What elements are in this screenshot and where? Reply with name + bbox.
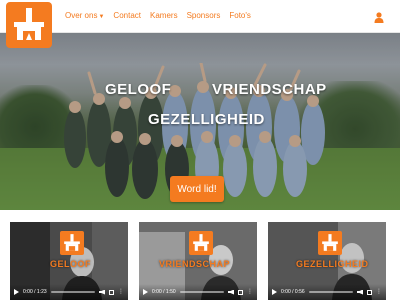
volume-icon[interactable] — [357, 289, 363, 295]
volume-icon[interactable] — [228, 289, 234, 295]
volume-icon[interactable] — [99, 289, 105, 295]
user-icon[interactable] — [374, 10, 384, 23]
hero-word-gezelligheid: GEZELLIGHEID — [148, 111, 265, 128]
progress-bar[interactable] — [50, 291, 95, 293]
video-time: 0:00 / 0:56 — [281, 289, 305, 295]
join-button[interactable]: Word lid! — [170, 176, 224, 202]
play-icon[interactable] — [14, 289, 19, 295]
fullscreen-icon[interactable] — [367, 289, 372, 295]
fireplace-logo-icon[interactable] — [6, 2, 52, 48]
chevron-down-icon: ▼ — [98, 14, 105, 20]
video-title: VRIENDSCHAP — [159, 259, 231, 269]
hero-word-geloof: GELOOF — [105, 81, 172, 98]
play-icon[interactable] — [143, 289, 148, 295]
nav-item-kamers[interactable]: Kamers — [150, 11, 178, 20]
hero-word-vriendschap: VRIENDSCHAP — [212, 81, 327, 98]
nav-item-fotos[interactable]: Foto's — [229, 11, 251, 20]
video-controls: 0:00 / 0:56 ⋮ — [268, 284, 386, 300]
main-nav: Over ons▼ Contact Kamers Sponsors Foto's — [65, 11, 251, 20]
video-title: GEZELLIGHEID — [296, 259, 369, 269]
video-section: GELOOF 0:00 / 1:23 ⋮ VRIENDSCHAP 0:00 / … — [0, 210, 400, 300]
fireplace-logo-icon — [189, 231, 213, 255]
more-options-icon[interactable]: ⋮ — [118, 289, 124, 295]
fireplace-logo-icon — [318, 231, 342, 255]
video-player-geloof[interactable]: GELOOF 0:00 / 1:23 ⋮ — [10, 222, 128, 300]
video-title: GELOOF — [50, 259, 91, 269]
hero-banner: GELOOF VRIENDSCHAP GEZELLIGHEID Word lid… — [0, 33, 400, 210]
video-player-vriendschap[interactable]: VRIENDSCHAP 0:00 / 1:50 ⋮ — [139, 222, 257, 300]
video-time: 0:00 / 1:23 — [23, 289, 47, 295]
video-player-gezelligheid[interactable]: GEZELLIGHEID 0:00 / 0:56 ⋮ — [268, 222, 386, 300]
fireplace-logo-icon — [60, 231, 84, 255]
fullscreen-icon[interactable] — [109, 289, 114, 295]
progress-bar[interactable] — [179, 291, 224, 293]
video-controls: 0:00 / 1:50 ⋮ — [139, 284, 257, 300]
more-options-icon[interactable]: ⋮ — [247, 289, 253, 295]
play-icon[interactable] — [272, 289, 277, 295]
fullscreen-icon[interactable] — [238, 289, 243, 295]
progress-bar[interactable] — [308, 291, 353, 293]
video-time: 0:00 / 1:50 — [152, 289, 176, 295]
video-controls: 0:00 / 1:23 ⋮ — [10, 284, 128, 300]
navbar: Over ons▼ Contact Kamers Sponsors Foto's — [0, 0, 400, 48]
nav-item-contact[interactable]: Contact — [113, 11, 141, 20]
nav-item-over-ons[interactable]: Over ons▼ — [65, 11, 104, 20]
nav-item-label: Over ons — [65, 11, 98, 20]
more-options-icon[interactable]: ⋮ — [376, 289, 382, 295]
nav-item-sponsors[interactable]: Sponsors — [187, 11, 221, 20]
